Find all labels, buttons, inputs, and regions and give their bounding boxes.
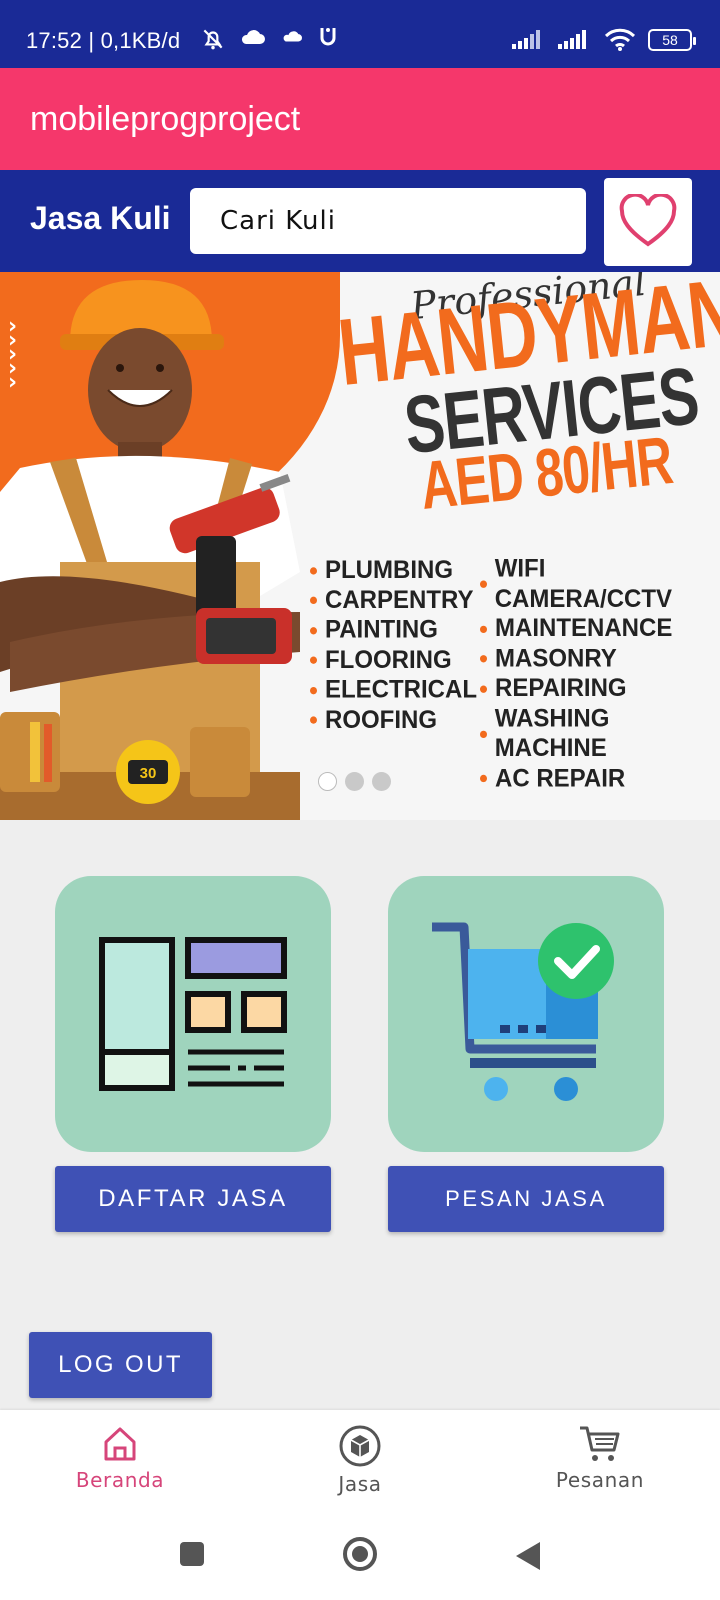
tape-measure-label: 30	[140, 765, 157, 782]
service-item: AC REPAIR	[480, 764, 720, 794]
daftar-jasa-tile[interactable]	[55, 876, 331, 1152]
logout-button[interactable]: LOG OUT	[29, 1332, 212, 1398]
nav-label: Beranda	[75, 1468, 165, 1492]
home-circle-icon[interactable]	[342, 1536, 378, 1572]
favorite-button[interactable]	[604, 178, 692, 266]
status-time: 17:52 | 0,1KB/d	[26, 28, 181, 53]
carousel-dot[interactable]	[318, 772, 337, 791]
search-input[interactable]	[190, 188, 586, 254]
cloud-small-icon	[283, 31, 302, 42]
worker-illustration: 30	[0, 280, 300, 820]
status-icons-right: 58	[512, 28, 696, 52]
services-list-right: WIFI CAMERA/CCTV MAINTENANCE MASONRY REP…	[480, 554, 720, 793]
service-item: REPAIRING	[480, 674, 720, 704]
service-item: CARPENTRY	[310, 586, 477, 616]
search-row: Jasa Kuli	[0, 170, 720, 272]
recents-icon[interactable]	[178, 1540, 206, 1568]
brand-label: Jasa Kuli	[30, 200, 171, 236]
services-list-left: PLUMBING CARPENTRY PAINTING FLOORING ELE…	[310, 556, 477, 736]
nav-item-beranda[interactable]: Beranda	[40, 1424, 200, 1492]
carousel-dot[interactable]	[372, 772, 391, 791]
box-icon	[339, 1425, 381, 1467]
carousel-dot[interactable]	[345, 772, 364, 791]
service-item: PAINTING	[310, 616, 477, 646]
cart-icon	[580, 1426, 620, 1461]
cart-check-icon	[432, 922, 614, 1101]
carousel-indicator	[318, 772, 391, 791]
daftar-jasa-button[interactable]: DAFTAR JASA	[55, 1166, 331, 1232]
home-icon	[104, 1427, 136, 1461]
service-item: PLUMBING	[310, 556, 477, 586]
nav-label: Jasa	[338, 1472, 382, 1496]
cloud-icon	[241, 30, 265, 44]
catalog-layout-icon	[99, 937, 287, 1091]
pesan-jasa-button[interactable]: PESAN JASA	[388, 1166, 664, 1232]
service-item: ROOFING	[310, 705, 477, 735]
nav-item-pesanan[interactable]: Pesanan	[520, 1424, 680, 1492]
nav-label: Pesanan	[555, 1468, 645, 1492]
heart-icon	[619, 194, 677, 247]
app-title: mobileprogproject	[30, 100, 301, 138]
pesan-jasa-tile[interactable]	[388, 876, 664, 1152]
service-item: MAINTENANCE	[480, 614, 720, 644]
app-icon	[320, 28, 336, 46]
service-item: ELECTRICAL	[310, 675, 477, 705]
status-icons-left	[200, 26, 338, 52]
app-bar: mobileprogproject	[0, 68, 720, 170]
service-item: WASHING MACHINE	[480, 704, 720, 764]
status-bar: 17:52 | 0,1KB/d 58	[0, 0, 720, 68]
signal-icon	[512, 30, 540, 49]
promo-banner[interactable]: › › › › › 30 Professional HANDYMAN SERVI…	[0, 272, 720, 820]
back-icon[interactable]	[514, 1540, 542, 1572]
battery-icon: 58	[648, 29, 696, 51]
wifi-icon	[604, 28, 636, 51]
bottom-navigation: Beranda Jasa Pesanan	[0, 1410, 720, 1518]
nav-item-jasa[interactable]: Jasa	[280, 1424, 440, 1496]
service-item: FLOORING	[310, 646, 477, 676]
signal-icon	[558, 30, 586, 49]
bell-off-icon	[203, 29, 223, 50]
service-item: WIFI CAMERA/CCTV	[480, 554, 720, 614]
battery-level: 58	[662, 32, 678, 48]
service-item: MASONRY	[480, 644, 720, 674]
system-navigation	[0, 1518, 720, 1600]
